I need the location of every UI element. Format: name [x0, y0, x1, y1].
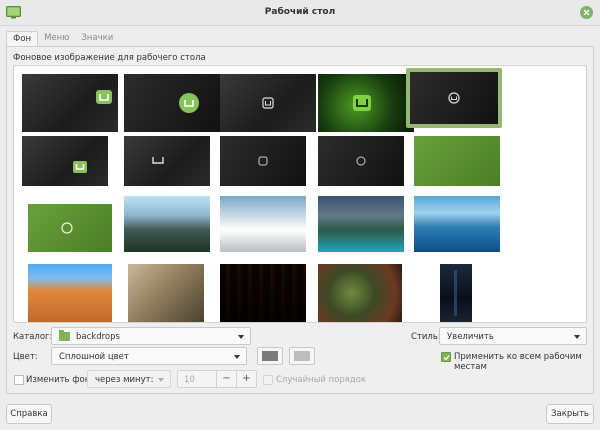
wallpaper-gallery[interactable]	[13, 65, 587, 323]
wallpaper-thumb[interactable]	[124, 136, 210, 186]
background-section-label: Фоновое изображение для рабочего стола	[13, 53, 206, 63]
wallpaper-image	[220, 264, 306, 322]
close-window-button[interactable]	[580, 6, 593, 19]
random-order-checkbox[interactable]	[263, 375, 273, 385]
wallpaper-thumb[interactable]	[318, 136, 404, 186]
apply-all-checkbox[interactable]	[441, 352, 451, 362]
primary-color-swatch	[262, 351, 278, 361]
checkmark-icon	[443, 355, 450, 361]
interval-value: 10	[184, 375, 195, 385]
wallpaper-image	[220, 136, 306, 186]
wallpaper-thumb[interactable]	[220, 74, 316, 132]
change-bg-checkbox[interactable]	[14, 375, 24, 385]
catalog-select[interactable]: backdrops	[51, 327, 251, 345]
mint-logo-icon	[356, 156, 366, 166]
style-label: Стиль:	[411, 332, 441, 342]
secondary-color-button[interactable]	[289, 347, 315, 365]
mint-logo-icon	[258, 156, 268, 166]
interval-unit-select[interactable]: через минут:	[87, 370, 171, 388]
wallpaper-thumb[interactable]	[220, 136, 306, 186]
close-icon	[583, 9, 590, 16]
catalog-label: Каталог:	[13, 332, 53, 342]
tab-background[interactable]: Фон	[6, 31, 39, 47]
wallpaper-thumb[interactable]	[220, 196, 306, 252]
wallpaper-image	[28, 264, 112, 322]
color-mode-select[interactable]: Сплошной цвет	[51, 347, 247, 365]
wallpaper-thumb[interactable]	[22, 74, 118, 132]
mint-logo-icon	[448, 92, 460, 104]
mint-logo-icon	[73, 161, 88, 173]
wallpaper-image	[414, 196, 500, 252]
wallpaper-thumb-selected[interactable]	[406, 68, 502, 128]
wallpaper-image	[318, 196, 404, 252]
catalog-value: backdrops	[76, 332, 120, 342]
background-panel: Фоновое изображение для рабочего стола К…	[6, 46, 594, 394]
wallpaper-thumb[interactable]	[28, 264, 112, 322]
wallpaper-image	[440, 264, 472, 322]
wallpaper-thumb[interactable]	[414, 196, 500, 252]
interval-unit-value: через минут:	[95, 375, 154, 385]
mint-logo-icon	[353, 95, 372, 111]
wallpaper-thumb[interactable]	[220, 264, 306, 322]
mint-logo-icon	[95, 90, 112, 105]
wallpaper-thumb[interactable]	[28, 204, 112, 252]
wallpaper-image	[220, 74, 316, 132]
decrement-button[interactable]: −	[216, 371, 236, 387]
wallpaper-image	[22, 136, 108, 186]
apply-all-label: Применить ко всем рабочим местам	[454, 352, 582, 372]
wallpaper-thumb[interactable]	[318, 196, 404, 252]
wallpaper-image	[124, 74, 220, 132]
wallpaper-thumb[interactable]	[440, 264, 472, 322]
tab-menu[interactable]: Меню	[38, 31, 75, 47]
mint-logo-icon	[179, 93, 200, 113]
wallpaper-thumb[interactable]	[128, 264, 204, 322]
wallpaper-thumb[interactable]	[318, 264, 402, 322]
help-button[interactable]: Справка	[6, 404, 52, 424]
secondary-color-swatch	[294, 351, 310, 361]
wallpaper-image	[318, 136, 404, 186]
chevron-down-icon	[238, 335, 244, 339]
mint-logo-icon	[262, 97, 274, 109]
chevron-down-icon	[234, 355, 240, 359]
primary-color-button[interactable]	[257, 347, 283, 365]
wallpaper-image	[220, 196, 306, 252]
window-title: Рабочий стол	[264, 7, 336, 17]
mint-logo-icon	[61, 222, 73, 234]
style-select[interactable]: Увеличить	[439, 327, 587, 345]
wallpaper-image	[124, 196, 210, 252]
wallpaper-thumb[interactable]	[414, 136, 500, 186]
wallpaper-thumb[interactable]	[318, 74, 414, 132]
title-bar: Рабочий стол	[0, 0, 600, 26]
wallpaper-thumb[interactable]	[124, 196, 210, 252]
wallpaper-image	[318, 264, 402, 322]
random-order-label: Случайный порядок	[276, 375, 367, 385]
tab-bar: Фон Меню Значки	[6, 31, 119, 47]
color-mode-value: Сплошной цвет	[59, 352, 129, 362]
style-value: Увеличить	[447, 332, 494, 342]
wallpaper-image	[124, 136, 210, 186]
wallpaper-image	[22, 74, 118, 132]
tab-icons[interactable]: Значки	[75, 31, 119, 47]
folder-icon	[59, 330, 70, 341]
chevron-down-icon	[158, 378, 164, 382]
wallpaper-image	[318, 74, 414, 132]
wallpaper-image	[414, 136, 500, 186]
increment-button[interactable]: +	[236, 371, 256, 387]
wallpaper-thumb[interactable]	[124, 74, 220, 132]
mint-logo-icon	[152, 157, 165, 164]
wallpaper-thumb[interactable]	[22, 136, 108, 186]
close-button[interactable]: Закрыть	[546, 404, 594, 424]
chevron-down-icon	[574, 335, 580, 339]
wallpaper-image	[28, 204, 112, 252]
color-label: Цвет:	[13, 352, 38, 362]
change-bg-label: Изменить фон	[26, 375, 91, 385]
interval-spinner[interactable]: 10 − +	[177, 370, 257, 388]
wallpaper-image	[410, 72, 498, 124]
wallpaper-image	[128, 264, 204, 322]
